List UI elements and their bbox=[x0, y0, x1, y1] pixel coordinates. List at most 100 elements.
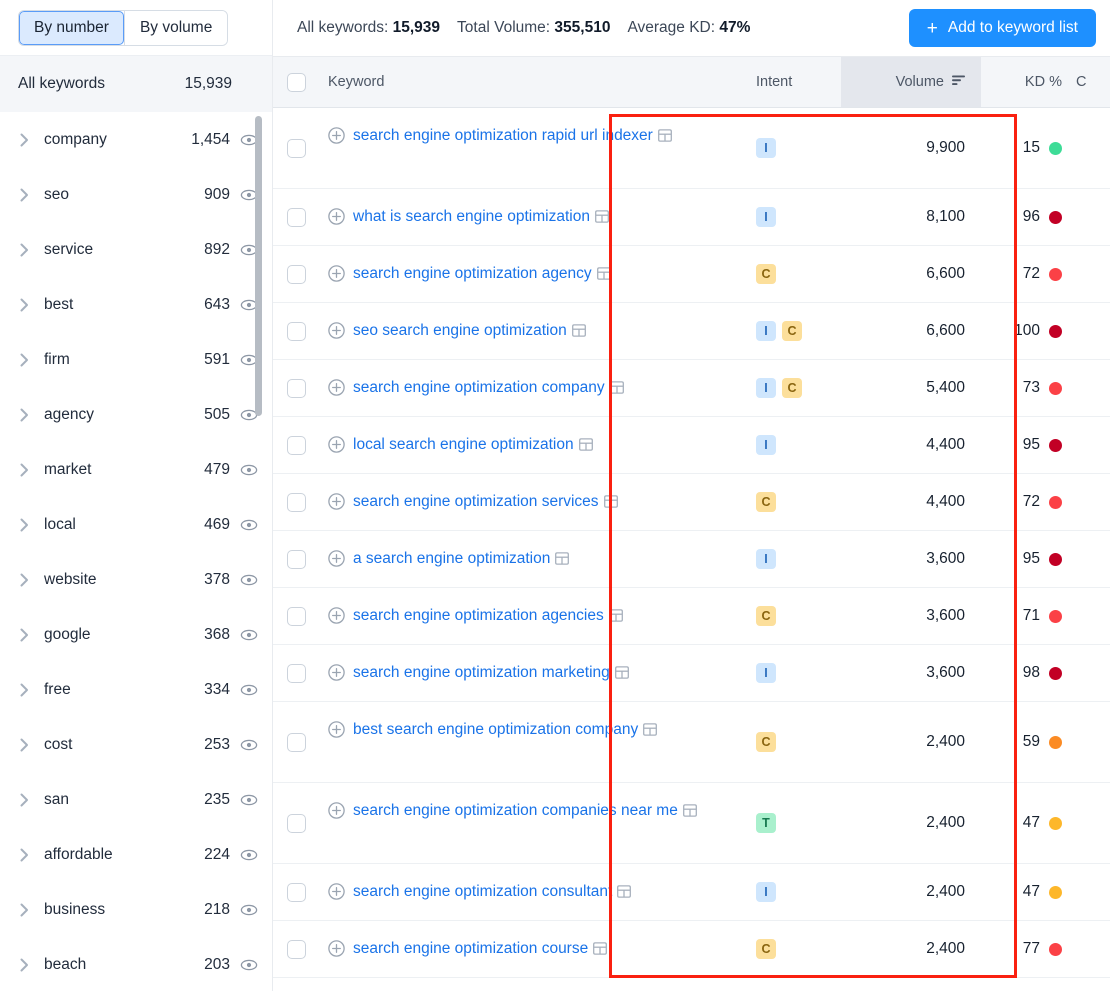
select-all-checkbox[interactable] bbox=[286, 72, 306, 92]
row-checkbox[interactable] bbox=[286, 435, 306, 455]
chevron-right-icon[interactable] bbox=[14, 518, 34, 532]
row-checkbox[interactable] bbox=[286, 813, 306, 833]
serp-preview-icon[interactable] bbox=[594, 207, 609, 231]
add-keyword-icon[interactable] bbox=[328, 265, 345, 282]
intent-badge-I[interactable]: I bbox=[756, 549, 776, 570]
table-row[interactable]: search engine optimization services C 4,40… bbox=[273, 474, 1110, 532]
chevron-right-icon[interactable] bbox=[14, 793, 34, 807]
intent-badge-C[interactable]: C bbox=[756, 264, 776, 285]
add-to-keyword-list-button[interactable]: + Add to keyword list bbox=[908, 9, 1096, 47]
intent-badge-C[interactable]: C bbox=[756, 492, 776, 513]
intent-badge-C[interactable]: C bbox=[756, 939, 776, 960]
sidebar-item-agency[interactable]: agency 505 bbox=[0, 387, 272, 442]
keyword-link[interactable]: search engine optimization course bbox=[353, 937, 608, 963]
row-checkbox[interactable] bbox=[286, 663, 306, 683]
chevron-right-icon[interactable] bbox=[14, 298, 34, 312]
chevron-right-icon[interactable] bbox=[14, 133, 34, 147]
intent-badge-C[interactable]: C bbox=[782, 321, 802, 342]
sidebar-item-cost[interactable]: cost 253 bbox=[0, 717, 272, 772]
serp-preview-icon[interactable] bbox=[596, 264, 611, 288]
header-kd[interactable]: KD % bbox=[981, 57, 1076, 107]
sidebar-item-san[interactable]: san 235 bbox=[0, 772, 272, 827]
keyword-link[interactable]: search engine optimization companies nea… bbox=[353, 799, 697, 825]
row-checkbox[interactable] bbox=[286, 492, 306, 512]
intent-badge-T[interactable]: T bbox=[756, 813, 776, 834]
intent-badge-C[interactable]: C bbox=[756, 606, 776, 627]
serp-preview-icon[interactable] bbox=[608, 606, 623, 630]
sidebar-item-affordable[interactable]: affordable 224 bbox=[0, 827, 272, 882]
sidebar-item-local[interactable]: local 469 bbox=[0, 497, 272, 552]
row-checkbox[interactable] bbox=[286, 264, 306, 284]
chevron-right-icon[interactable] bbox=[14, 738, 34, 752]
chevron-right-icon[interactable] bbox=[14, 188, 34, 202]
table-row[interactable]: what is search engine optimization I 8,100… bbox=[273, 189, 1110, 247]
table-row[interactable]: search engine optimization consultant I 2,… bbox=[273, 864, 1110, 922]
intent-badge-I[interactable]: I bbox=[756, 663, 776, 684]
serp-preview-icon[interactable] bbox=[657, 126, 672, 150]
table-row[interactable]: search engine optimization agencies C 3,60… bbox=[273, 588, 1110, 646]
chevron-right-icon[interactable] bbox=[14, 463, 34, 477]
row-checkbox[interactable] bbox=[286, 378, 306, 398]
serp-preview-icon[interactable] bbox=[643, 720, 658, 744]
header-intent[interactable]: Intent bbox=[756, 57, 841, 107]
intent-badge-C[interactable]: C bbox=[782, 378, 802, 399]
serp-preview-icon[interactable] bbox=[593, 939, 608, 963]
sidebar-item-seo[interactable]: seo 909 bbox=[0, 167, 272, 222]
add-keyword-icon[interactable] bbox=[328, 802, 345, 819]
keyword-link[interactable]: search engine optimization rapid url ind… bbox=[353, 124, 672, 150]
toggle-by-number[interactable]: By number bbox=[19, 10, 124, 45]
add-keyword-icon[interactable] bbox=[328, 127, 345, 144]
keyword-link[interactable]: search engine optimization agencies bbox=[353, 604, 623, 630]
intent-badge-I[interactable]: I bbox=[756, 138, 776, 158]
add-keyword-icon[interactable] bbox=[328, 379, 345, 396]
row-checkbox[interactable] bbox=[286, 732, 306, 752]
serp-preview-icon[interactable] bbox=[609, 378, 624, 402]
sidebar-scrollbar[interactable] bbox=[255, 112, 262, 991]
intent-badge-C[interactable]: C bbox=[756, 732, 776, 753]
add-keyword-icon[interactable] bbox=[328, 550, 345, 567]
table-row[interactable]: a search engine optimization I 3,600 95 bbox=[273, 531, 1110, 589]
row-checkbox[interactable] bbox=[286, 939, 306, 959]
sidebar-item-best[interactable]: best 643 bbox=[0, 277, 272, 332]
add-keyword-icon[interactable] bbox=[328, 322, 345, 339]
chevron-right-icon[interactable] bbox=[14, 683, 34, 697]
intent-badge-I[interactable]: I bbox=[756, 378, 776, 399]
chevron-right-icon[interactable] bbox=[14, 958, 34, 972]
sidebar-item-free[interactable]: free 334 bbox=[0, 662, 272, 717]
header-volume[interactable]: Volume bbox=[841, 57, 981, 107]
keyword-link[interactable]: best search engine optimization company bbox=[353, 718, 658, 744]
row-checkbox[interactable] bbox=[286, 138, 306, 158]
keyword-link[interactable]: search engine optimization company bbox=[353, 376, 624, 402]
serp-preview-icon[interactable] bbox=[571, 321, 586, 345]
table-row[interactable]: local search engine optimization I 4,400 95 bbox=[273, 417, 1110, 475]
sidebar-item-business[interactable]: business 218 bbox=[0, 882, 272, 937]
table-row[interactable]: search engine optimization marketing I 3,6… bbox=[273, 645, 1110, 703]
chevron-right-icon[interactable] bbox=[14, 573, 34, 587]
row-checkbox[interactable] bbox=[286, 321, 306, 341]
keyword-link[interactable]: search engine optimization consultant bbox=[353, 880, 632, 906]
toggle-by-volume[interactable]: By volume bbox=[124, 10, 228, 45]
table-row[interactable]: search engine optimization course C 2,400 7… bbox=[273, 921, 1110, 979]
keyword-link[interactable]: search engine optimization agency bbox=[353, 262, 611, 288]
serp-preview-icon[interactable] bbox=[617, 882, 632, 906]
chevron-right-icon[interactable] bbox=[14, 628, 34, 642]
row-checkbox[interactable] bbox=[286, 549, 306, 569]
intent-badge-I[interactable]: I bbox=[756, 321, 776, 342]
intent-badge-I[interactable]: I bbox=[756, 435, 776, 456]
row-checkbox[interactable] bbox=[286, 207, 306, 227]
chevron-right-icon[interactable] bbox=[14, 903, 34, 917]
sidebar-scrollbar-thumb[interactable] bbox=[255, 116, 262, 416]
table-row[interactable]: search engine optimization rapid url ind… bbox=[273, 108, 1110, 189]
sidebar-item-company[interactable]: company 1,454 bbox=[0, 112, 272, 167]
table-row[interactable]: search engine optimization meaningI2,400… bbox=[273, 978, 1110, 991]
serp-preview-icon[interactable] bbox=[614, 663, 629, 687]
add-keyword-icon[interactable] bbox=[328, 721, 345, 738]
header-cpc-truncated[interactable]: C bbox=[1076, 57, 1110, 107]
intent-badge-I[interactable]: I bbox=[756, 882, 776, 903]
sidebar-item-service[interactable]: service 892 bbox=[0, 222, 272, 277]
table-row[interactable]: best search engine optimization company C… bbox=[273, 702, 1110, 784]
chevron-right-icon[interactable] bbox=[14, 243, 34, 257]
sidebar-item-firm[interactable]: firm 591 bbox=[0, 332, 272, 387]
add-keyword-icon[interactable] bbox=[328, 607, 345, 624]
row-checkbox[interactable] bbox=[286, 606, 306, 626]
